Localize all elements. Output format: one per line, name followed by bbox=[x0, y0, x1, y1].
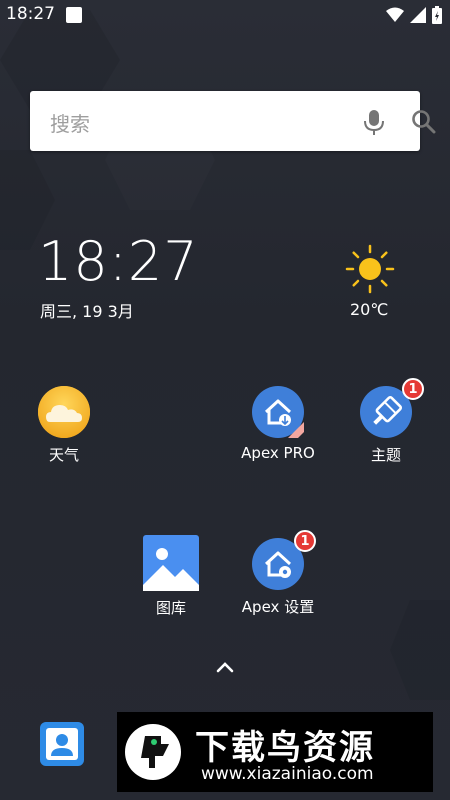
home-screen: 18:27 搜索 18:27 周三, 19 3月 20℃ 天气 Apex PRO… bbox=[0, 0, 450, 800]
status-icons bbox=[386, 6, 442, 24]
watermark-banner: 下载鸟资源 www.xiazainiao.com bbox=[117, 712, 433, 792]
sun-icon[interactable] bbox=[345, 244, 395, 294]
notification-badge: 1 bbox=[402, 378, 424, 400]
weather-cloud-sun-icon bbox=[38, 386, 90, 438]
search-icon[interactable] bbox=[411, 109, 437, 135]
app-apex-settings[interactable]: 1 Apex 设置 bbox=[228, 530, 328, 617]
app-apex-pro[interactable]: Apex PRO bbox=[228, 386, 328, 462]
app-label: 图库 bbox=[155, 599, 186, 617]
app-label: Apex 设置 bbox=[241, 598, 315, 616]
bird-logo-icon bbox=[125, 724, 181, 780]
status-bar: 18:27 bbox=[0, 0, 450, 32]
app-weather[interactable]: 天气 bbox=[14, 386, 114, 465]
app-themes[interactable]: 1 主题 bbox=[336, 378, 436, 465]
battery-icon bbox=[432, 6, 442, 24]
signal-icon bbox=[410, 7, 426, 23]
app-label: 天气 bbox=[48, 446, 79, 464]
wifi-icon bbox=[386, 7, 404, 22]
search-bar[interactable]: 搜索 bbox=[30, 91, 436, 151]
watermark-title: 下载鸟资源 bbox=[195, 728, 375, 768]
landscape-image-icon bbox=[143, 535, 199, 591]
search-input[interactable]: 搜索 bbox=[50, 108, 90, 137]
clock-time[interactable]: 18:27 bbox=[38, 230, 199, 293]
contacts-icon[interactable] bbox=[38, 720, 86, 768]
apex-home-download-icon bbox=[252, 386, 304, 438]
chevron-up-icon[interactable] bbox=[215, 660, 235, 674]
app-label: 主题 bbox=[370, 446, 401, 464]
paint-roller-icon: 1 bbox=[360, 378, 424, 438]
app-label: Apex PRO bbox=[241, 444, 315, 462]
apex-home-gear-icon: 1 bbox=[252, 530, 316, 590]
watermark-url: www.xiazainiao.com bbox=[201, 764, 374, 784]
weather-temperature: 20℃ bbox=[350, 300, 389, 319]
clock-date: 周三, 19 3月 bbox=[40, 302, 134, 321]
notification-badge: 1 bbox=[294, 530, 316, 552]
status-time: 18:27 bbox=[6, 4, 55, 24]
microphone-icon[interactable] bbox=[363, 109, 385, 135]
app-gallery[interactable]: 图库 bbox=[121, 535, 221, 618]
notification-icon bbox=[66, 7, 82, 23]
